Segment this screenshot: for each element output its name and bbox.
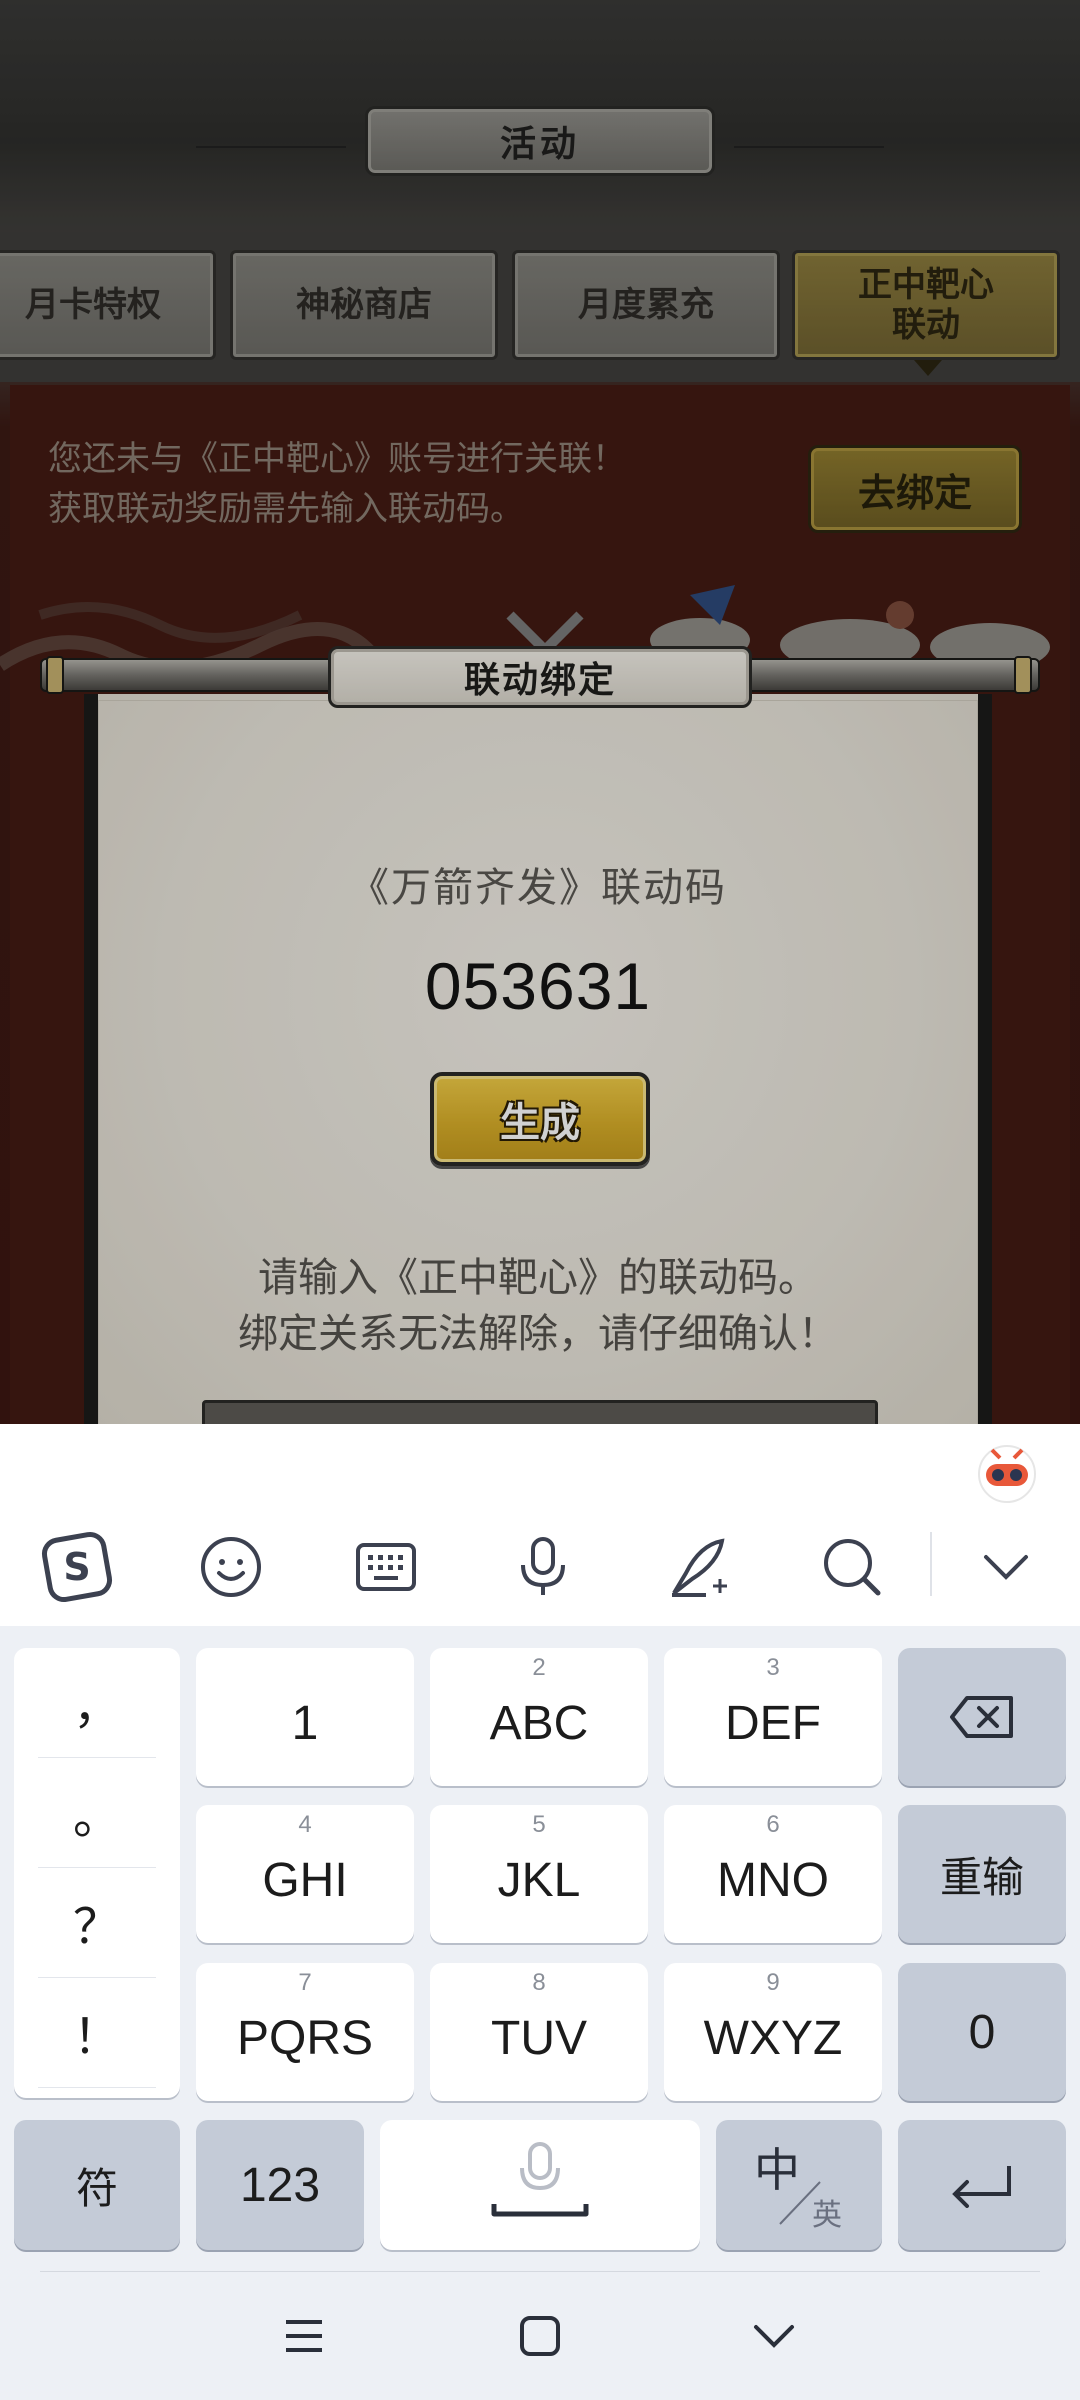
ime-mascot-icon[interactable]	[974, 1438, 1040, 1504]
key-4-ghi[interactable]: 4 GHI	[196, 1805, 414, 1943]
reenter-key[interactable]: 重输	[898, 1805, 1066, 1943]
collab-code-input[interactable]	[202, 1400, 878, 1424]
back-icon[interactable]	[734, 2296, 814, 2376]
home-icon[interactable]	[500, 2296, 580, 2376]
bind-instructions: 请输入《正中靶心》的联动码。 绑定关系无法解除，请仔细确认！	[238, 1255, 838, 1357]
tab-bullseye-collab[interactable]: 正中靶心 联动	[792, 250, 1060, 360]
keyboard-icon[interactable]	[336, 1517, 436, 1617]
enter-key[interactable]	[898, 2120, 1066, 2250]
key-2-abc[interactable]: 2 ABC	[430, 1648, 648, 1786]
navbar-divider	[40, 2271, 1040, 2272]
key-0[interactable]: 0	[898, 1963, 1066, 2101]
tab-monthly-recharge[interactable]: 月度累充	[512, 250, 780, 360]
backspace-icon	[950, 1696, 1013, 1738]
scroll-rod-cap-left	[46, 656, 64, 694]
key-7-pqrs[interactable]: 7 PQRS	[196, 1963, 414, 2101]
scroll-rod-cap-right	[1014, 656, 1032, 694]
handwriting-icon[interactable]	[648, 1517, 748, 1617]
key-8-tuv[interactable]: 8 TUV	[430, 1963, 648, 2101]
game-screen: 活动 月卡特权 神秘商店 月度累充 正中靶心 联动 您还未与《正中靶心》账号进行…	[0, 0, 1080, 1424]
return-icon	[952, 2166, 1011, 2208]
tab-monthly-card[interactable]: 月卡特权	[0, 250, 216, 360]
go-bind-button[interactable]: 去绑定	[808, 445, 1022, 533]
page-title: 活动	[365, 106, 715, 176]
punct-divider	[38, 2087, 156, 2088]
title-divider-right	[734, 146, 884, 148]
punct-period[interactable]: 。	[14, 1758, 180, 1866]
bind-notice: 您还未与《正中靶心》账号进行关联！ 获取联动奖励需先输入联动码。	[48, 439, 626, 529]
language-switch-key[interactable]: 中 英	[716, 2120, 882, 2250]
symbols-key[interactable]: 符	[14, 2120, 180, 2250]
collab-code-label: 《万箭齐发》联动码	[349, 865, 727, 911]
backspace-key[interactable]	[898, 1648, 1066, 1786]
key-9-wxyz[interactable]: 9 WXYZ	[664, 1963, 882, 2101]
collab-code-value: 053631	[424, 949, 652, 1023]
search-icon[interactable]	[802, 1517, 902, 1617]
punct-comma[interactable]: ，	[14, 1648, 180, 1756]
emoji-icon[interactable]	[181, 1517, 281, 1617]
space-key[interactable]	[380, 2120, 700, 2250]
sogou-logo-icon[interactable]: S	[27, 1517, 127, 1617]
key-5-jkl[interactable]: 5 JKL	[430, 1805, 648, 1943]
menu-icon[interactable]	[264, 2296, 344, 2376]
voice-space-icon	[491, 2142, 589, 2217]
generate-button[interactable]: 生成	[430, 1072, 650, 1166]
numbers-key[interactable]: 123	[196, 2120, 364, 2250]
chevron-down-icon[interactable]	[956, 1517, 1056, 1617]
dialog-title: 联动绑定	[328, 646, 752, 708]
toolbar-divider	[930, 1532, 932, 1596]
title-divider-left	[196, 146, 346, 148]
punct-question[interactable]: ？	[14, 1868, 180, 1976]
active-tab-indicator	[914, 360, 942, 376]
key-1[interactable]: 1	[196, 1648, 414, 1786]
key-3-def[interactable]: 3 DEF	[664, 1648, 882, 1786]
punct-exclaim[interactable]: ！	[14, 1978, 180, 2086]
tab-mystery-shop[interactable]: 神秘商店	[230, 250, 498, 360]
microphone-icon[interactable]	[493, 1517, 593, 1617]
svg-text:S: S	[63, 1545, 90, 1589]
key-6-mno[interactable]: 6 MNO	[664, 1805, 882, 1943]
